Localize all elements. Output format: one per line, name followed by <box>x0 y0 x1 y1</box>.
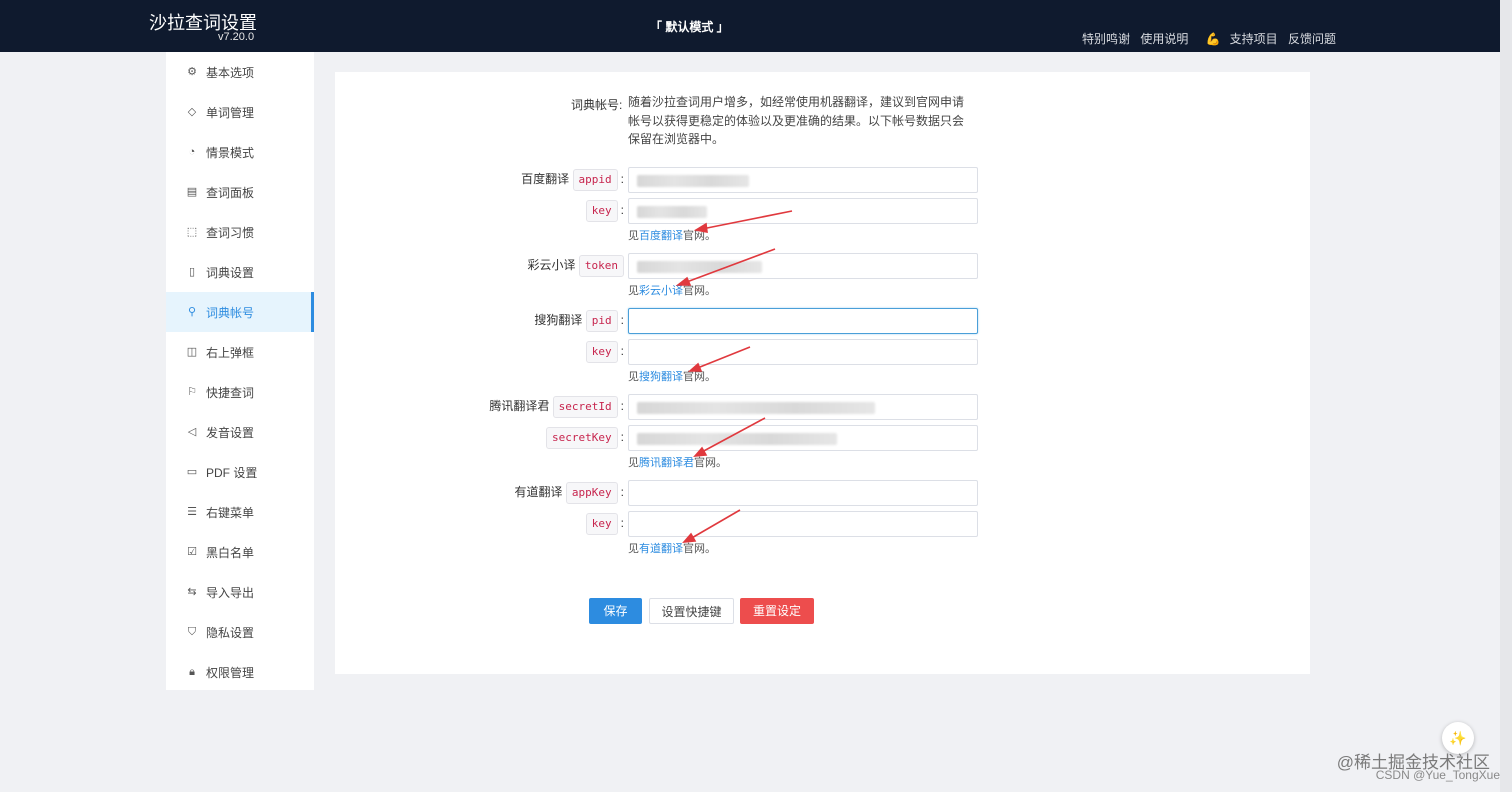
annotation-arrowhead <box>675 276 692 286</box>
annotation-arrowhead <box>693 222 708 233</box>
annotation-arrows <box>675 210 793 543</box>
annotation-arrowhead <box>682 532 697 543</box>
annotation-arrow <box>701 210 793 230</box>
annotation-arrow <box>689 509 741 540</box>
watermark-csdn: CSDN @Yue_TongXue <box>1375 768 1500 782</box>
annotation-arrow <box>683 248 776 284</box>
annotation-arrow <box>694 346 751 370</box>
annotation-arrowhead <box>687 362 703 372</box>
annotation-arrowhead <box>693 446 708 457</box>
annotation-arrow <box>699 417 766 454</box>
